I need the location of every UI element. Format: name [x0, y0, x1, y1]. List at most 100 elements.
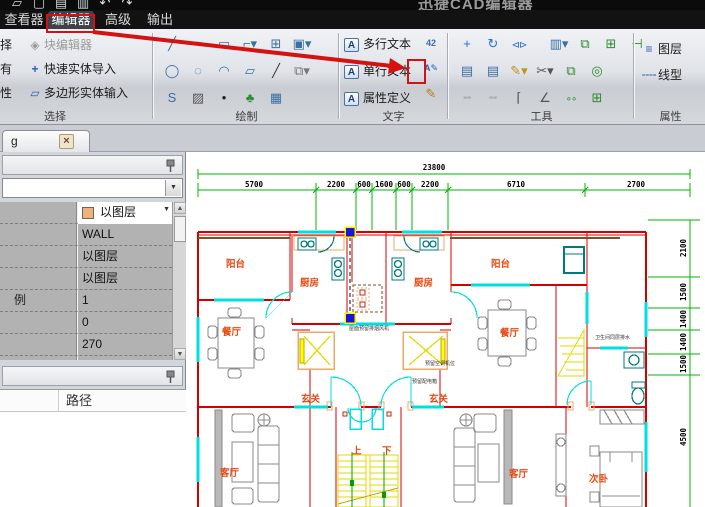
furniture — [208, 300, 644, 507]
paste-icon[interactable]: ▤ — [454, 59, 480, 83]
titlebar: ▱▢▤▥↶↷ 迅捷CAD编辑器 — [0, 0, 705, 10]
room-label: 下 — [382, 446, 392, 457]
spacing-h-icon[interactable]: ╍ — [454, 86, 480, 110]
singleline-text-button[interactable]: A单行文本 — [344, 59, 411, 83]
entity-filter-combobox[interactable]: ▼ — [2, 178, 183, 198]
quick-access-toolbar: ▱▢▤▥↶↷ — [6, 0, 138, 10]
close-document-icon[interactable]: × — [59, 134, 74, 149]
move-icon[interactable]: + — [454, 32, 480, 56]
group-label-text: 文字 — [340, 108, 447, 124]
path-header-row[interactable]: 路径 — [0, 390, 186, 412]
open-folder-icon[interactable]: ▱ — [6, 0, 28, 10]
group-separator — [338, 33, 339, 119]
pin-icon[interactable] — [165, 159, 176, 173]
spacing-v-icon[interactable]: ╍ — [480, 86, 506, 110]
polygon-entity-input-button[interactable]: ▱多边形实体输入 — [26, 81, 128, 105]
property-row[interactable]: 0 — [0, 312, 172, 334]
spline-icon[interactable]: S — [159, 86, 185, 110]
svg-text:卫生间同层排水: 卫生间同层排水 — [595, 334, 630, 341]
copy-object-icon[interactable]: ⧉▾ — [289, 59, 315, 83]
image-icon[interactable]: ♣ — [237, 86, 263, 110]
undo-icon[interactable]: ↶ — [94, 0, 116, 10]
grid-scrollbar[interactable]: ▲ ▼ — [172, 202, 186, 360]
line-icon[interactable]: ╱ — [159, 32, 185, 56]
quick-entity-import-icon: + — [26, 57, 44, 81]
drawing-canvas[interactable]: 23800 5700 2200 600 1600 600 2200 6710 2… — [186, 152, 705, 507]
timer-copy-icon[interactable]: ◎ — [584, 59, 610, 83]
document-tab[interactable]: g × — [2, 130, 90, 152]
region-icon[interactable]: ▣▾ — [289, 32, 315, 56]
group-label-draw: 绘制 — [155, 108, 338, 124]
table-icon[interactable]: ▦ — [263, 86, 289, 110]
svg-text:2100: 2100 — [679, 238, 688, 257]
property-row[interactable]: 例 1 — [0, 290, 172, 312]
circle-icon[interactable]: ◯ — [159, 59, 185, 83]
multiline-text-button[interactable]: A多行文本 — [344, 32, 411, 56]
property-row[interactable]: 270 — [0, 334, 172, 356]
group-label-select: 选择 — [0, 108, 110, 124]
paste-special-icon[interactable]: ▤ — [480, 59, 506, 83]
copy-entities-icon[interactable]: ⧉ — [572, 32, 598, 56]
tab-viewer[interactable]: 查看器 — [2, 11, 46, 29]
tab-output[interactable]: 输出 — [142, 11, 178, 29]
property-row[interactable]: 以图层 — [0, 268, 172, 290]
path-column-header: 路径 — [66, 390, 92, 411]
mirror-icon[interactable]: ⊲⊳ — [506, 34, 532, 58]
property-row[interactable]: 以图层 — [0, 246, 172, 268]
document-icon[interactable]: ▢ — [28, 0, 50, 10]
property-row-color[interactable]: 以图层 ▼ — [0, 202, 172, 224]
tab-advanced[interactable]: 高级 — [100, 11, 136, 29]
floor-plan[interactable]: 23800 5700 2200 600 1600 600 2200 6710 2… — [186, 152, 705, 507]
block-editor-button[interactable]: ◈块编辑器 — [26, 33, 92, 57]
color-value: 以图层 — [100, 202, 136, 223]
add-layer-icon[interactable]: ⊞ — [584, 86, 610, 110]
copy-props-icon[interactable]: ⧉ — [558, 59, 584, 83]
grip-handle[interactable] — [345, 227, 355, 237]
attribute-definition-button[interactable]: A属性定义 — [344, 86, 411, 110]
text-scale-icon[interactable]: 42 — [421, 31, 441, 56]
color-swatch[interactable] — [82, 207, 94, 219]
scroll-up-icon[interactable]: ▲ — [174, 202, 186, 214]
svg-text:1500: 1500 — [679, 282, 688, 301]
arc-icon[interactable]: ◠ — [211, 59, 237, 83]
scrollbar-thumb[interactable] — [174, 216, 186, 242]
print-icon[interactable]: ▥ — [72, 0, 94, 10]
rectangle-icon[interactable]: ▭ — [211, 32, 237, 56]
property-painter-icon[interactable]: ✎▾ — [506, 59, 532, 83]
point-icon[interactable]: • — [211, 86, 237, 110]
fillet-icon[interactable]: ⌈ — [506, 86, 532, 110]
grip-handle[interactable] — [345, 313, 355, 323]
array-copy-icon[interactable]: ⊞ — [598, 32, 624, 56]
pen-line-icon[interactable]: ╱ — [263, 59, 289, 83]
ellipse-icon[interactable]: ▱ — [237, 59, 263, 83]
rotate-icon[interactable]: ↻ — [480, 32, 506, 56]
room-labels[interactable]: 阳台 厨房 厨房 阳台 餐厅 餐厅 玄关 玄关 客厅 客厅 上 下 次卧 — [219, 258, 609, 485]
quick-entity-import-button[interactable]: +快速实体导入 — [26, 57, 116, 81]
group-tools: +↻⊲⊳▥▾⧉⊞⊣ ▤▤✎▾✂▾⧉◎ ╍╍⌈∠∘∘⊞ 工具 — [450, 29, 633, 125]
layers-button[interactable]: ≡图层 — [640, 37, 682, 61]
trim-icon[interactable]: ✂▾ — [532, 59, 558, 83]
block-editor-icon: ◈ — [26, 33, 44, 57]
sketch-icon[interactable]: ≈ — [185, 32, 211, 56]
scroll-down-icon[interactable]: ▼ — [174, 348, 186, 360]
polyline-icon[interactable]: ⌐▾ — [237, 32, 263, 56]
hatch-icon[interactable]: ▨ — [185, 86, 211, 110]
edit-attribute-icon[interactable]: ✎ — [421, 81, 441, 106]
pin-icon[interactable] — [165, 370, 176, 384]
svg-text:1400: 1400 — [679, 332, 688, 351]
linetype-button[interactable]: ╌╌线型 — [640, 63, 682, 87]
path-panel: 路径 — [0, 389, 186, 507]
room-label: 厨房 — [414, 277, 433, 289]
chamfer-icon[interactable]: ∠ — [532, 86, 558, 110]
insert-block-icon[interactable]: ⊞ — [263, 32, 289, 56]
donut-icon[interactable]: ◌ — [185, 59, 211, 83]
chevron-down-icon[interactable]: ▼ — [163, 206, 170, 213]
property-row[interactable]: WALL — [0, 224, 172, 246]
group-separator — [152, 33, 153, 119]
room-label: 餐厅 — [221, 326, 242, 338]
fade-rect-icon[interactable]: ▥▾ — [546, 32, 572, 56]
redo-icon[interactable]: ↷ — [116, 0, 138, 10]
chevron-down-icon[interactable]: ▼ — [165, 180, 181, 196]
export-pdf-icon[interactable]: ▤ — [50, 0, 72, 10]
room-label: 厨房 — [300, 277, 319, 289]
